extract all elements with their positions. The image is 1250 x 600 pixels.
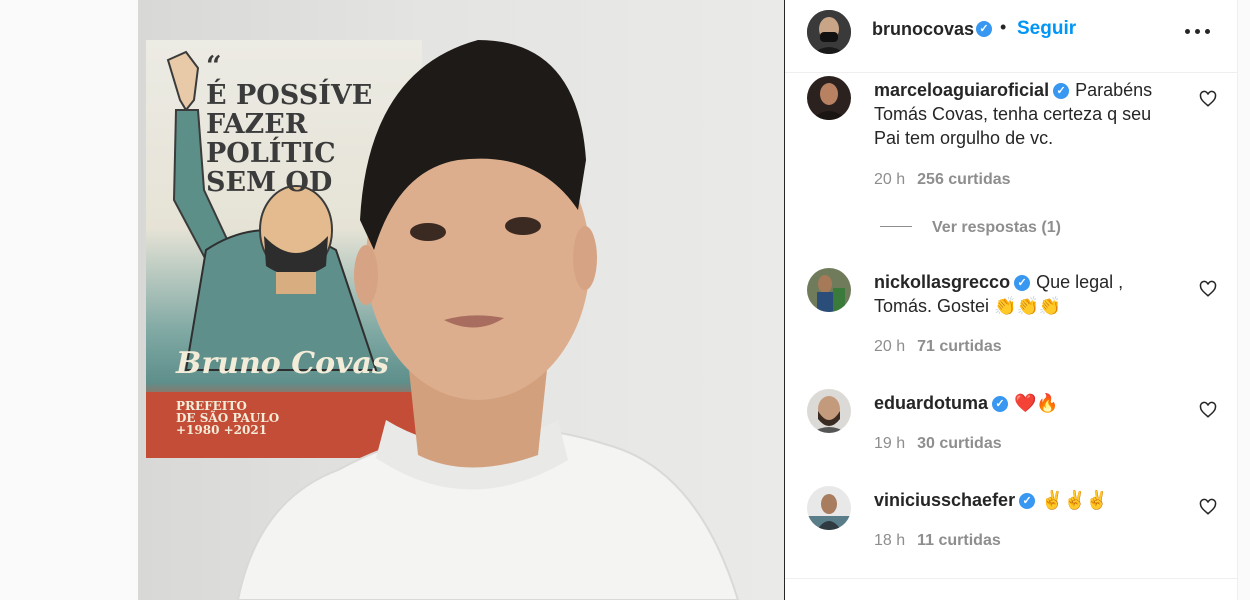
comment-time: 19 h: [874, 435, 906, 452]
more-options-icon[interactable]: [1185, 18, 1211, 42]
commenter-username[interactable]: nickollasgrecco: [874, 272, 1010, 292]
author-avatar[interactable]: [807, 10, 851, 54]
video-subject: [236, 40, 740, 600]
follow-button[interactable]: Seguir: [1017, 18, 1076, 40]
comment-likes[interactable]: 71 curtidas: [917, 338, 1001, 355]
view-replies-button[interactable]: Ver respostas (1): [880, 219, 1061, 237]
post-media[interactable]: “ É POSSÍVE FAZER POLÍTIC SEM OD Bruno C…: [138, 0, 784, 600]
like-heart-icon[interactable]: [1199, 90, 1217, 108]
replies-line: [880, 226, 912, 227]
comment-likes[interactable]: 256 curtidas: [917, 171, 1010, 188]
comment-meta: 18 h 11 curtidas: [874, 532, 1001, 550]
author-username[interactable]: brunocovas: [872, 19, 974, 40]
commenter-username[interactable]: viniciusschaefer: [874, 490, 1015, 510]
verified-badge-icon: ✓: [1053, 83, 1070, 99]
post-header: brunocovas ✓ • Seguir: [785, 0, 1237, 73]
comment-text-block: nickollasgrecco ✓ Que legal , Tomás. Goste…: [874, 270, 1174, 318]
separator-dot: •: [1000, 17, 1007, 37]
like-heart-icon[interactable]: [1199, 280, 1217, 298]
verified-badge-icon: ✓: [976, 21, 992, 37]
commenter-username[interactable]: marceloaguiaroficial: [874, 80, 1049, 100]
commenter-avatar[interactable]: [807, 268, 851, 312]
comment-likes[interactable]: 11 curtidas: [917, 532, 1001, 549]
comment-time: 18 h: [874, 532, 906, 549]
comment-text-block: eduardotuma ✓ ❤️🔥: [874, 391, 1174, 415]
like-heart-icon[interactable]: [1199, 498, 1217, 516]
comment-meta: 19 h 30 curtidas: [874, 435, 1002, 453]
comment-likes[interactable]: 30 curtidas: [917, 435, 1001, 452]
comment-time: 20 h: [874, 171, 906, 188]
comment-meta: 20 h 256 curtidas: [874, 171, 1011, 189]
commenter-username[interactable]: eduardotuma: [874, 393, 988, 413]
comment-time: 20 h: [874, 338, 906, 355]
comment-text-block: viniciusschaefer ✓ ✌️✌️✌️: [874, 488, 1174, 512]
verified-badge-icon: ✓: [1014, 275, 1031, 291]
panel-bottom-divider: [785, 578, 1237, 579]
commenter-avatar[interactable]: [807, 76, 851, 120]
commenter-avatar[interactable]: [807, 389, 851, 433]
comment-text-block: marceloaguiaroficial ✓ Parabéns Tomás Cova…: [874, 78, 1174, 150]
verified-badge-icon: ✓: [1019, 493, 1036, 509]
commenter-avatar[interactable]: [807, 486, 851, 530]
comment-text: ❤️🔥: [1014, 393, 1059, 413]
comment-text: ✌️✌️✌️: [1041, 490, 1109, 510]
verified-badge-icon: ✓: [992, 396, 1009, 412]
scrollbar-track[interactable]: [1237, 0, 1250, 600]
comment-meta: 20 h 71 curtidas: [874, 338, 1002, 356]
comments-panel: brunocovas ✓ • Seguir marceloaguiarofici…: [785, 0, 1237, 600]
like-heart-icon[interactable]: [1199, 401, 1217, 419]
view-replies-label: Ver respostas (1): [932, 219, 1061, 236]
